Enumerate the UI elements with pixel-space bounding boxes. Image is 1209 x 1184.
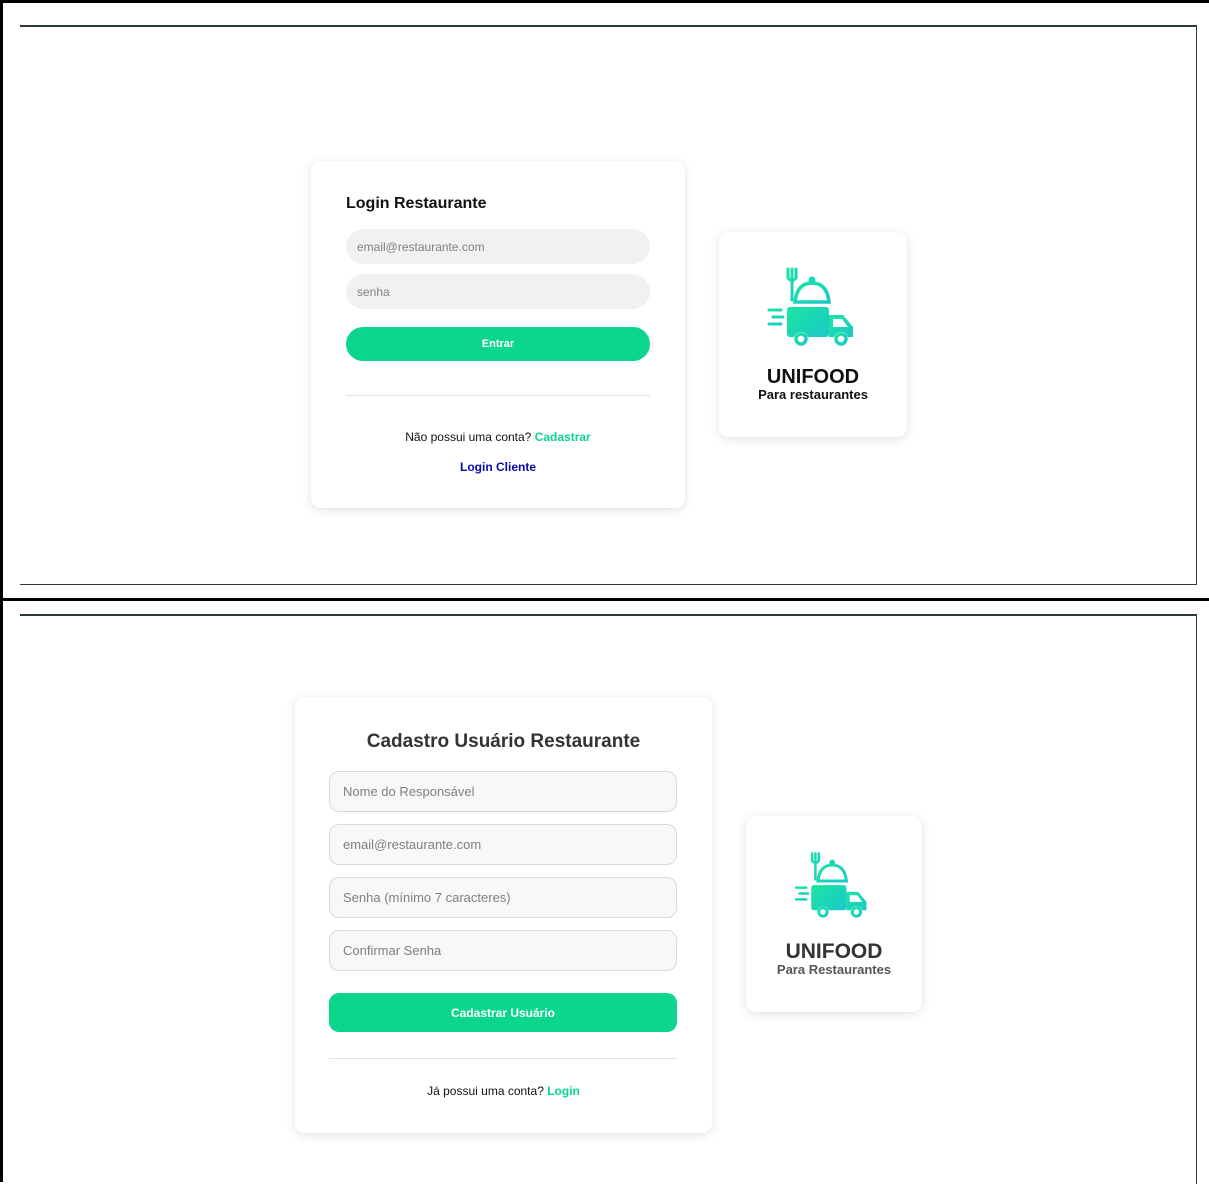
no-account-text: Não possui uma conta? [405,430,532,444]
food-delivery-truck-icon [794,852,867,918]
login-divider [346,395,650,396]
login-prompt: Já possui uma conta? Login [295,1084,712,1098]
register-card: Cadastro Usuário Restaurante Cadastrar U… [295,697,712,1133]
login-register-prompt: Não possui uma conta? Cadastrar [311,430,685,444]
brand-name: UNIFOOD [766,366,860,388]
login-email-input[interactable] [346,229,650,264]
brand-card: UNIFOOD Para restaurantes [719,232,907,437]
login-password-input[interactable] [346,274,650,309]
login-link[interactable]: Login [547,1084,580,1098]
brand-subtitle: Para Restaurantes [776,962,892,977]
register-title: Cadastro Usuário Restaurante [366,731,641,752]
register-password-input[interactable] [329,877,677,918]
login-title: Login Restaurante [346,195,487,212]
register-link[interactable]: Cadastrar [535,430,591,444]
confirm-password-input[interactable] [329,930,677,971]
has-account-text: Já possui uma conta? [427,1084,544,1098]
brand-card: UNIFOOD Para Restaurantes [746,816,922,1012]
brand-subtitle: Para restaurantes [758,387,868,402]
client-login-link[interactable]: Login Cliente [460,460,536,474]
login-submit-button[interactable]: Entrar [346,327,650,361]
responsible-name-input[interactable] [329,771,677,812]
register-email-input[interactable] [329,824,677,865]
screenshot-separator [0,598,1209,601]
login-card: Login Restaurante Entrar Não possui uma … [311,161,685,508]
brand-name: UNIFOOD [785,940,883,963]
register-divider [329,1058,677,1059]
food-delivery-truck-icon [767,267,853,346]
register-submit-button[interactable]: Cadastrar Usuário [329,993,677,1032]
